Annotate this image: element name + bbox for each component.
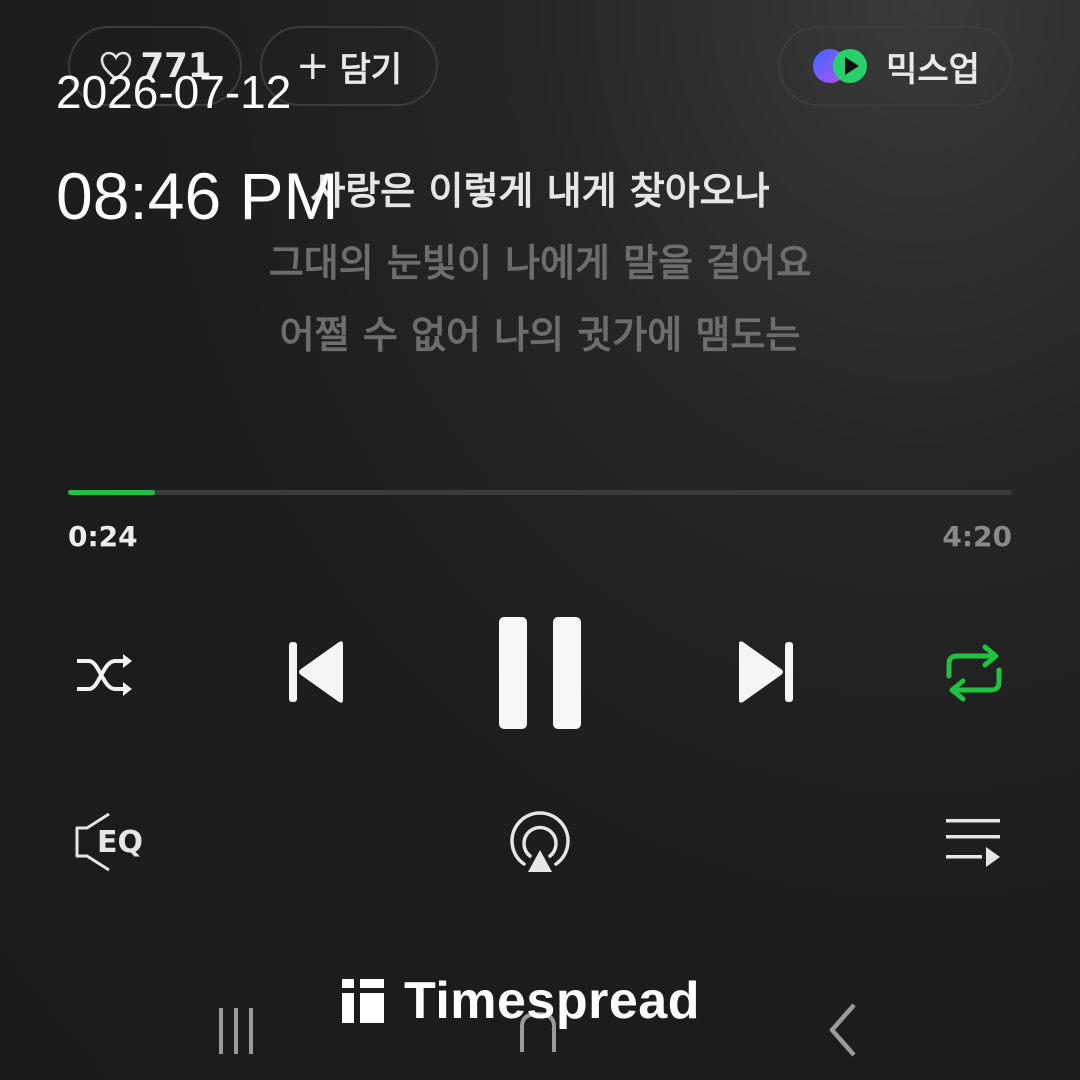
- next-icon: [735, 638, 799, 706]
- lyric-line-next[interactable]: 그대의 눈빛이 나에게 말을 걸어요: [0, 232, 1080, 287]
- progress-bar[interactable]: [68, 490, 1012, 495]
- previous-icon: [283, 638, 347, 706]
- repeat-button[interactable]: [938, 640, 1010, 706]
- playlist-button[interactable]: [940, 812, 1006, 872]
- lyric-line-following[interactable]: 어쩔 수 없어 나의 귓가에 맴도는: [0, 304, 1080, 359]
- brand-logo-icon: [340, 977, 386, 1025]
- recent-apps-icon: [211, 1004, 261, 1056]
- mixup-label: 믹스업: [886, 49, 980, 90]
- shuffle-icon: [71, 647, 137, 703]
- watermark: Timespread: [340, 972, 700, 1030]
- plus-icon: +: [295, 43, 330, 89]
- overlay-date: 2026-07-12: [56, 66, 292, 118]
- next-button[interactable]: [732, 636, 802, 708]
- previous-button[interactable]: [280, 636, 350, 708]
- cast-icon: [506, 810, 574, 876]
- elapsed-time: 0:24: [68, 520, 138, 553]
- mixup-icon: [810, 46, 872, 86]
- brand-name: Timespread: [404, 972, 700, 1030]
- add-label: 담기: [339, 49, 403, 90]
- nav-back-button[interactable]: [816, 1000, 868, 1060]
- overlay-time: 08:46 PM: [56, 159, 339, 233]
- back-icon: [822, 1001, 862, 1059]
- total-time: 4:20: [942, 520, 1012, 553]
- pause-button[interactable]: [494, 614, 586, 732]
- playlist-icon: [942, 813, 1004, 871]
- repeat-icon: [941, 642, 1007, 704]
- equalizer-button[interactable]: EQ: [66, 810, 150, 874]
- progress-fill: [68, 490, 156, 495]
- cast-button[interactable]: [504, 808, 576, 878]
- nav-recent-apps-button[interactable]: [206, 1000, 266, 1060]
- pause-icon: [495, 615, 585, 731]
- shuffle-button[interactable]: [68, 640, 140, 710]
- mixup-button[interactable]: 믹스업: [778, 26, 1012, 106]
- eq-label: EQ: [97, 824, 143, 860]
